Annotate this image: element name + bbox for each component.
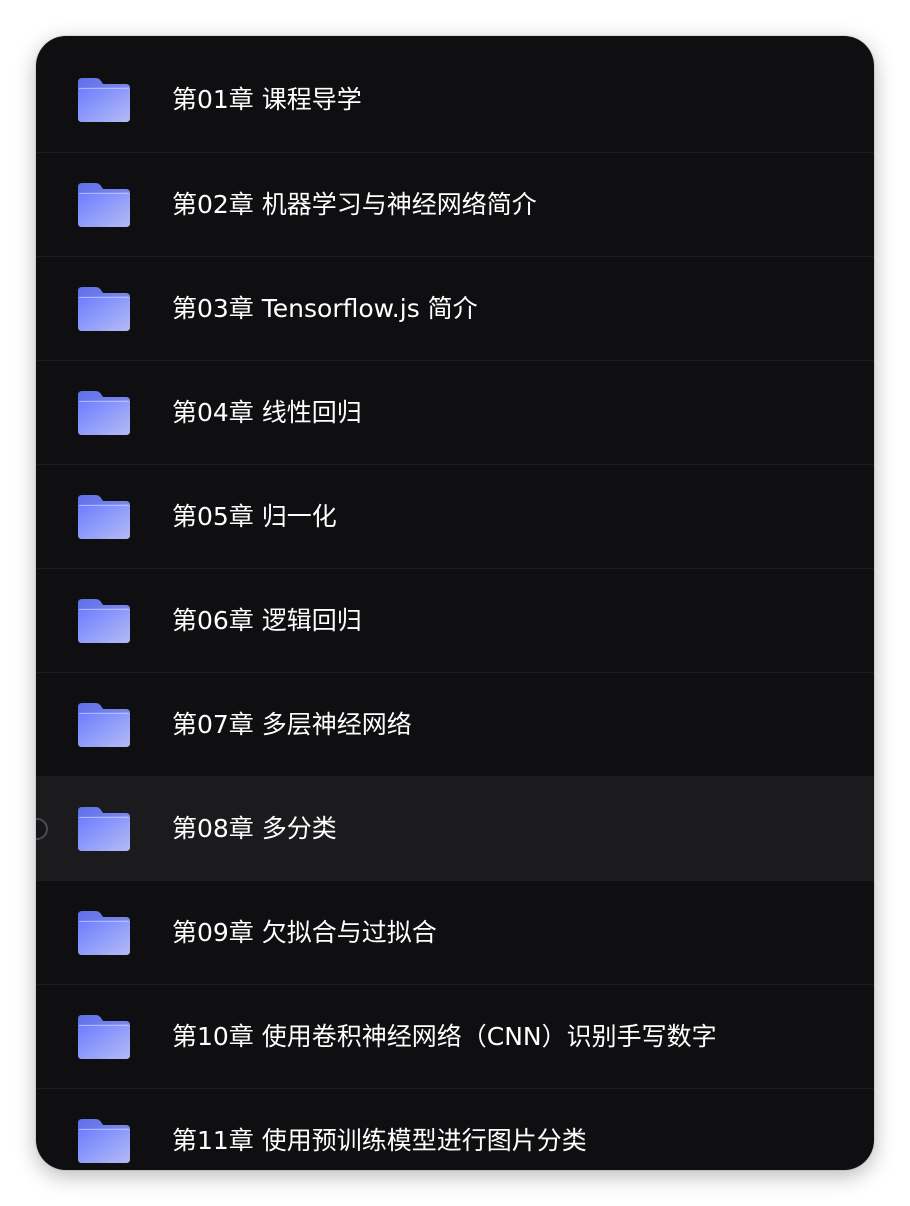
folder-name: 第07章 多层神经网络	[172, 710, 412, 739]
folder-row[interactable]: 第05章 归一化	[36, 464, 874, 568]
folder-name: 第05章 归一化	[172, 502, 337, 531]
folder-name: 第09章 欠拟合与过拟合	[172, 918, 437, 947]
folder-icon	[76, 389, 132, 437]
folder-icon	[76, 76, 132, 124]
folder-icon	[76, 493, 132, 541]
folder-name: 第04章 线性回归	[172, 398, 362, 427]
folder-name: 第02章 机器学习与神经网络简介	[172, 190, 537, 219]
folder-icon	[76, 701, 132, 749]
folder-name: 第03章 Tensorflow.js 简介	[172, 294, 478, 323]
folder-row[interactable]: 第10章 使用卷积神经网络（CNN）识别手写数字	[36, 984, 874, 1088]
folder-row[interactable]: 第09章 欠拟合与过拟合	[36, 880, 874, 984]
folder-icon	[76, 1013, 132, 1061]
folder-row[interactable]: 第03章 Tensorflow.js 简介	[36, 256, 874, 360]
folder-icon	[76, 285, 132, 333]
radio-indicator-icon[interactable]	[36, 818, 48, 840]
folder-icon	[76, 1117, 132, 1165]
file-list-window: 第01章 课程导学第02章 机器学习与神经网络简介 第03章 Tensorflow…	[36, 36, 874, 1170]
folder-name: 第11章 使用预训练模型进行图片分类	[172, 1126, 587, 1155]
folder-icon	[76, 805, 132, 853]
folder-list: 第01章 课程导学第02章 机器学习与神经网络简介 第03章 Tensorflow…	[36, 36, 874, 1170]
folder-icon	[76, 181, 132, 229]
folder-icon	[76, 909, 132, 957]
folder-row[interactable]: 第11章 使用预训练模型进行图片分类	[36, 1088, 874, 1170]
folder-name: 第10章 使用卷积神经网络（CNN）识别手写数字	[172, 1022, 717, 1051]
folder-row[interactable]: 第07章 多层神经网络	[36, 672, 874, 776]
folder-icon	[76, 597, 132, 645]
folder-row[interactable]: 第06章 逻辑回归	[36, 568, 874, 672]
folder-row[interactable]: 第04章 线性回归	[36, 360, 874, 464]
folder-name: 第06章 逻辑回归	[172, 606, 362, 635]
folder-row[interactable]: 第01章 课程导学	[36, 36, 874, 152]
folder-name: 第08章 多分类	[172, 814, 337, 843]
folder-row[interactable]: 第02章 机器学习与神经网络简介	[36, 152, 874, 256]
folder-name: 第01章 课程导学	[172, 85, 362, 114]
folder-row[interactable]: 第08章 多分类	[36, 776, 874, 880]
